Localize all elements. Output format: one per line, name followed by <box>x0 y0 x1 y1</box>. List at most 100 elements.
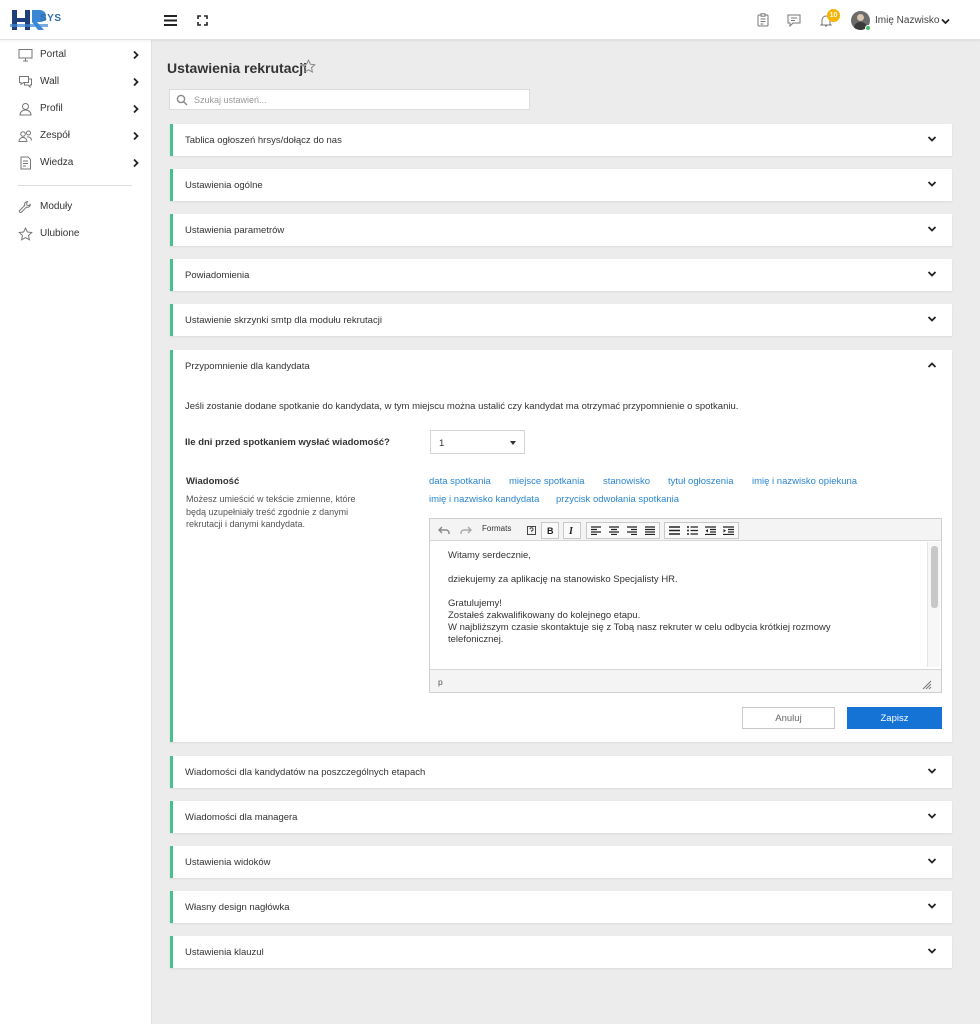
section-ustawienia-widokow[interactable]: Ustawienia widoków <box>170 846 952 878</box>
menu-hamburger-icon[interactable] <box>161 11 179 29</box>
variable-link-stanowisko[interactable]: stanowisko <box>603 476 650 487</box>
section-label[interactable]: Przypomnienie dla kandydata <box>185 361 310 372</box>
wrench-icon <box>18 200 33 214</box>
section-design-naglowka[interactable]: Własny design nagłówka <box>170 891 952 923</box>
clipboard-icon[interactable] <box>754 11 772 29</box>
sidebar-item-moduly[interactable]: Moduły <box>0 197 152 217</box>
redo-icon[interactable] <box>457 522 475 539</box>
editor-line: telefonicznej. <box>448 634 504 645</box>
outdent-icon[interactable] <box>701 522 719 539</box>
section-ustawienia-parametrow[interactable]: Ustawienia parametrów <box>170 214 952 246</box>
svg-text:I: I <box>568 526 574 535</box>
align-center-icon[interactable] <box>605 522 623 539</box>
section-skrzynka-smtp[interactable]: Ustawienie skrzynki smtp dla modułu rekr… <box>170 304 952 336</box>
align-left-icon[interactable] <box>587 522 605 539</box>
days-select[interactable]: 1 <box>430 430 525 454</box>
team-icon <box>18 129 33 143</box>
section-wiadomosci-kandydatow[interactable]: Wiadomości dla kandydatów na poszczególn… <box>170 756 952 788</box>
variable-link-data-spotkania[interactable]: data spotkania <box>429 476 491 487</box>
indent-icon[interactable] <box>719 522 737 539</box>
chevron-down-icon <box>927 857 937 865</box>
variable-link-miejsce-spotkania[interactable]: miejsce spotkania <box>509 476 585 487</box>
editor-line: Witamy serdecznie, <box>448 550 531 561</box>
section-label: Powiadomienia <box>185 270 250 281</box>
section-ustawienia-ogolne[interactable]: Ustawienia ogólne <box>170 169 952 201</box>
rich-text-editor: Formats B I Witamy serdecznie, dziekujem… <box>429 518 942 693</box>
sidebar-item-label: Profil <box>40 103 63 114</box>
star-icon <box>18 226 33 241</box>
monitor-icon <box>18 48 33 62</box>
help-icon[interactable] <box>524 522 538 539</box>
section-label: Ustawienia parametrów <box>185 225 285 236</box>
sidebar-item-label: Portal <box>40 49 67 60</box>
section-label: Ustawienia ogólne <box>185 180 263 191</box>
editor-element-path: p <box>438 677 443 687</box>
cancel-button[interactable]: Anuluj <box>742 707 835 729</box>
save-button[interactable]: Zapisz <box>847 707 942 729</box>
section-powiadomienia[interactable]: Powiadomienia <box>170 259 952 291</box>
top-bar: SYS 10 Imię Nazwisko <box>0 0 980 40</box>
search-input[interactable] <box>194 92 524 107</box>
page-title: Ustawienia rekrutacji <box>167 60 308 76</box>
bullet-list-icon[interactable] <box>665 522 683 539</box>
section-ustawienia-klauzul[interactable]: Ustawienia klauzul <box>170 936 952 968</box>
section-label: Ustawienie skrzynki smtp dla modułu rekr… <box>185 315 382 326</box>
user-name[interactable]: Imię Nazwisko <box>875 15 939 26</box>
editor-statusbar: p <box>430 669 941 692</box>
days-select-value: 1 <box>439 438 445 449</box>
message-help-text: Możesz umieścić w tekście zmienne, które… <box>186 494 356 529</box>
section-wiadomosci-managera[interactable]: Wiadomości dla managera <box>170 801 952 833</box>
sidebar-item-wall[interactable]: Wall <box>0 72 152 92</box>
fullscreen-icon[interactable] <box>193 11 211 29</box>
sidebar-item-label: Ulubione <box>40 228 80 239</box>
sidebar-item-portal[interactable]: Portal <box>0 45 152 65</box>
sidebar-item-label: Wall <box>40 76 60 87</box>
editor-line: Gratulujemy! <box>448 598 502 609</box>
chevron-down-icon <box>927 812 937 820</box>
resize-grip-icon[interactable] <box>920 678 932 690</box>
undo-icon[interactable] <box>435 522 453 539</box>
italic-icon[interactable]: I <box>563 522 581 539</box>
editor-content[interactable]: Witamy serdecznie, dziekujemy za aplikac… <box>430 542 926 667</box>
chevron-down-icon[interactable] <box>936 12 954 30</box>
chevron-right-icon <box>132 77 140 87</box>
notification-badge: 10 <box>827 9 840 22</box>
section-tablica-ogloszen[interactable]: Tablica ogłoszeń hrsys/dołącz do nas <box>170 124 952 156</box>
chevron-down-icon <box>927 315 937 323</box>
search-box <box>169 89 530 110</box>
formats-dropdown[interactable]: Formats <box>482 524 511 533</box>
editor-line: W najbliższym czasie skontaktuje się z T… <box>448 622 831 633</box>
numbered-list-icon[interactable] <box>683 522 701 539</box>
variable-link-odwolanie[interactable]: przycisk odwołania spotkania <box>556 494 679 505</box>
logo-text: SYS <box>40 13 62 24</box>
variable-link-tytul-ogloszenia[interactable]: tytuł ogłoszenia <box>668 476 733 487</box>
section-label: Wiadomości dla managera <box>185 812 298 823</box>
document-icon <box>18 156 33 170</box>
chevron-down-icon <box>927 902 937 910</box>
bold-icon[interactable]: B <box>541 522 559 539</box>
sidebar-item-zespol[interactable]: Zespół <box>0 126 152 146</box>
section-label: Tablica ogłoszeń hrsys/dołącz do nas <box>185 135 342 146</box>
sidebar-item-wiedza[interactable]: Wiedza <box>0 153 152 173</box>
section-przypomnienie-kandydata: Przypomnienie dla kandydata Jeśli zostan… <box>170 350 952 742</box>
variable-link-kandydat[interactable]: imię i nazwisko kandydata <box>429 494 539 505</box>
scrollbar-thumb[interactable] <box>931 546 938 608</box>
favorite-star-icon[interactable] <box>301 59 316 74</box>
chevron-right-icon <box>132 131 140 141</box>
sidebar-item-profil[interactable]: Profil <box>0 99 152 119</box>
section-label: Własny design nagłówka <box>185 902 290 913</box>
chevron-down-icon <box>927 225 937 233</box>
caret-down-icon <box>510 441 516 445</box>
chat-icon <box>18 75 33 89</box>
chevron-up-icon[interactable] <box>927 361 937 369</box>
align-right-icon[interactable] <box>623 522 641 539</box>
variable-link-opiekun[interactable]: imię i nazwisko opiekuna <box>752 476 857 487</box>
section-description: Jeśli zostanie dodane spotkanie do kandy… <box>185 401 739 412</box>
align-justify-icon[interactable] <box>641 522 659 539</box>
sidebar-item-ulubione[interactable]: Ulubione <box>0 224 152 244</box>
search-icon <box>176 94 188 106</box>
messages-icon[interactable] <box>785 11 803 29</box>
section-label: Ustawienia widoków <box>185 857 271 868</box>
online-status-dot <box>865 25 871 31</box>
editor-scrollbar[interactable] <box>927 542 940 667</box>
